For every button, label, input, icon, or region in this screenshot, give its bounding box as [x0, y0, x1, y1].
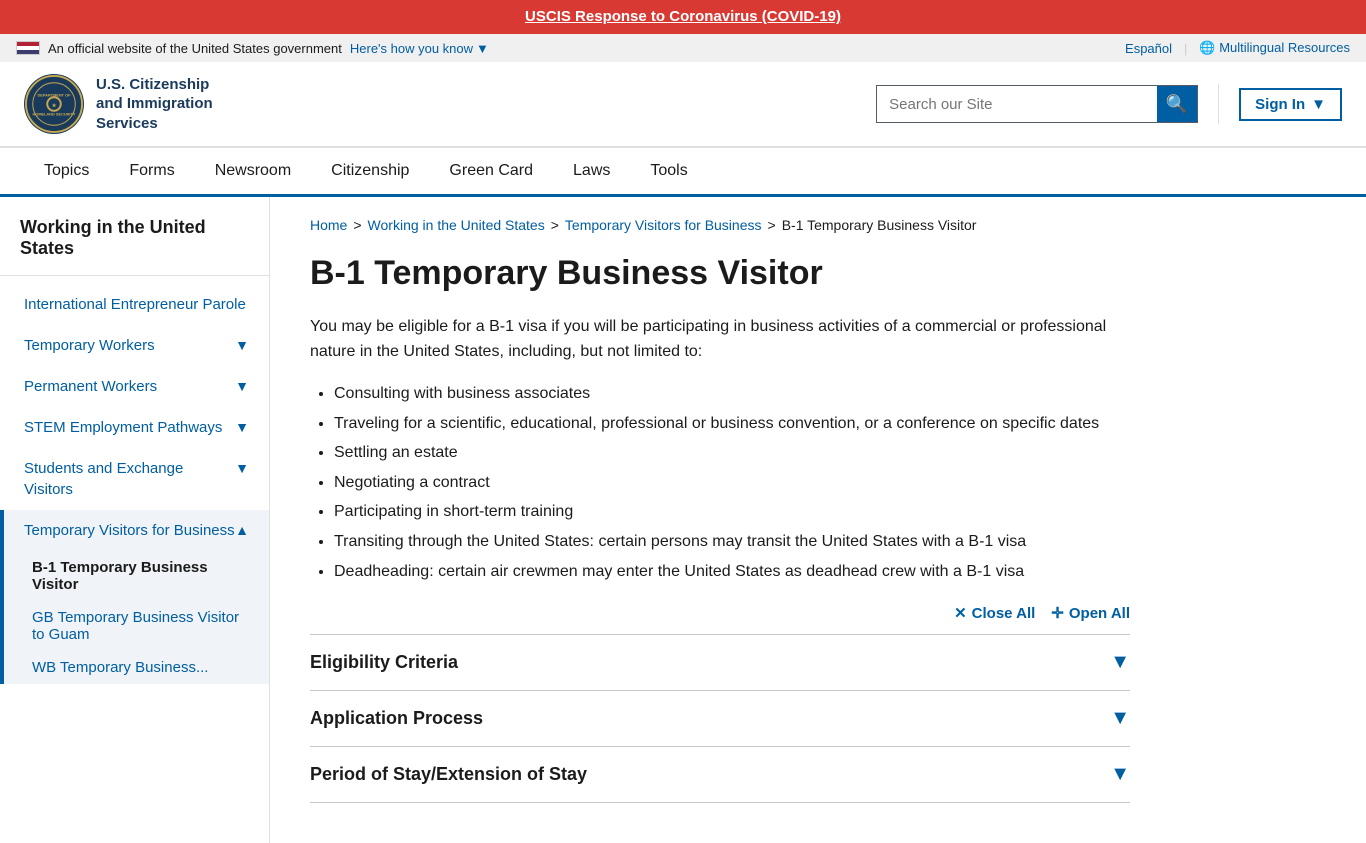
gov-bar: An official website of the United States…	[0, 34, 1366, 62]
list-item: Traveling for a scientific, educational,…	[334, 411, 1130, 437]
breadcrumb-current: B-1 Temporary Business Visitor	[782, 217, 977, 233]
nav-item-citizenship[interactable]: Citizenship	[311, 148, 429, 197]
open-all-button[interactable]: ✛ Open All	[1051, 604, 1130, 622]
sidebar-section-temp-visitors: Temporary Visitors for Business ▲ B-1 Te…	[0, 510, 269, 684]
accordion-controls: ✕ Close All ✛ Open All	[310, 604, 1130, 622]
accordion-item-application: Application Process ▼	[310, 691, 1130, 747]
collapse-icon: ✕	[954, 604, 967, 622]
chevron-right-icon: ▼	[235, 337, 249, 353]
search-icon: 🔍	[1166, 94, 1188, 115]
intro-text: You may be eligible for a B-1 visa if yo…	[310, 314, 1130, 365]
chevron-down-icon: ▼	[476, 41, 489, 56]
covid-banner-link[interactable]: USCIS Response to Coronavirus (COVID-19)	[525, 8, 841, 25]
chevron-right-icon: ▼	[235, 460, 249, 476]
list-item: Consulting with business associates	[334, 381, 1130, 407]
page-container: Working in the United States Internation…	[0, 197, 1366, 843]
search-area: 🔍	[876, 85, 1198, 123]
globe-icon: 🌐	[1199, 40, 1219, 55]
list-item: Participating in short-term training	[334, 499, 1130, 525]
sidebar-subitem-b1[interactable]: B-1 Temporary Business Visitor	[4, 551, 269, 601]
us-flag-icon	[16, 41, 40, 55]
sidebar-subitem-gb[interactable]: GB Temporary Business Visitor to Guam	[4, 601, 269, 651]
official-text: An official website of the United States…	[48, 41, 342, 56]
accordion-header-application[interactable]: Application Process ▼	[310, 691, 1130, 746]
svg-text:HOMELAND SECURITY: HOMELAND SECURITY	[33, 113, 76, 117]
accordion-item-eligibility: Eligibility Criteria ▼	[310, 635, 1130, 691]
sidebar-item-temp-workers[interactable]: Temporary Workers ▼	[0, 325, 269, 366]
nav-item-topics[interactable]: Topics	[24, 148, 109, 197]
search-button[interactable]: 🔍	[1157, 86, 1197, 122]
chevron-down-icon: ▼	[1110, 763, 1130, 786]
sidebar-item-perm-workers[interactable]: Permanent Workers ▼	[0, 366, 269, 407]
breadcrumb-temp-visitors[interactable]: Temporary Visitors for Business	[565, 217, 762, 233]
page-title: B-1 Temporary Business Visitor	[310, 253, 1130, 294]
main-content: Home > Working in the United States > Te…	[270, 197, 1170, 843]
breadcrumb: Home > Working in the United States > Te…	[310, 217, 1130, 233]
search-input[interactable]	[877, 86, 1157, 122]
nav-item-tools[interactable]: Tools	[630, 148, 707, 197]
sidebar-subitem-wb[interactable]: WB Temporary Business...	[4, 651, 269, 684]
logo-area: DEPARTMENT OF HOMELAND SECURITY ★ U.S. C…	[24, 74, 213, 134]
accordion-item-period: Period of Stay/Extension of Stay ▼	[310, 747, 1130, 803]
header-divider	[1218, 84, 1219, 124]
sidebar-item-students[interactable]: Students and Exchange Visitors ▼	[0, 448, 269, 510]
nav-item-forms[interactable]: Forms	[109, 148, 194, 197]
accordion-header-eligibility[interactable]: Eligibility Criteria ▼	[310, 635, 1130, 690]
breadcrumb-home[interactable]: Home	[310, 217, 347, 233]
chevron-down-icon: ▼	[1110, 651, 1130, 674]
chevron-down-icon: ▼	[1311, 96, 1326, 113]
list-item: Settling an estate	[334, 440, 1130, 466]
covid-banner: USCIS Response to Coronavirus (COVID-19)	[0, 0, 1366, 34]
close-all-button[interactable]: ✕ Close All	[954, 604, 1035, 622]
chevron-right-icon: ▼	[235, 378, 249, 394]
espanol-link[interactable]: Español	[1125, 41, 1172, 56]
sidebar-title: Working in the United States	[0, 217, 269, 276]
expand-icon: ✛	[1051, 604, 1064, 622]
nav-item-newsroom[interactable]: Newsroom	[195, 148, 311, 197]
multilingual-link[interactable]: 🌐 Multilingual Resources	[1199, 40, 1350, 56]
chevron-right-icon: ▼	[235, 419, 249, 435]
sidebar-item-temp-visitors[interactable]: Temporary Visitors for Business ▲	[4, 510, 269, 551]
accordion-header-period[interactable]: Period of Stay/Extension of Stay ▼	[310, 747, 1130, 802]
gov-bar-left: An official website of the United States…	[16, 41, 489, 56]
uscis-seal: DEPARTMENT OF HOMELAND SECURITY ★	[24, 74, 84, 134]
how-know-button[interactable]: Here's how you know ▼	[350, 41, 489, 56]
sign-in-button[interactable]: Sign In ▼	[1239, 88, 1342, 121]
breadcrumb-working[interactable]: Working in the United States	[368, 217, 545, 233]
site-header: DEPARTMENT OF HOMELAND SECURITY ★ U.S. C…	[0, 62, 1366, 147]
sidebar-item-entrepreneur[interactable]: International Entrepreneur Parole	[0, 284, 269, 325]
list-item: Negotiating a contract	[334, 470, 1130, 496]
sidebar-item-stem[interactable]: STEM Employment Pathways ▼	[0, 407, 269, 448]
site-logo-text: U.S. Citizenship and Immigration Service…	[96, 75, 213, 134]
list-item: Transiting through the United States: ce…	[334, 529, 1130, 555]
svg-text:★: ★	[52, 103, 57, 109]
gov-bar-right: Español | 🌐 Multilingual Resources	[1125, 40, 1350, 56]
nav-item-green-card[interactable]: Green Card	[429, 148, 553, 197]
chevron-up-icon: ▲	[235, 522, 249, 538]
list-item: Deadheading: certain air crewmen may ent…	[334, 559, 1130, 585]
chevron-down-icon: ▼	[1110, 707, 1130, 730]
header-right: 🔍 Sign In ▼	[876, 84, 1342, 124]
nav-item-laws[interactable]: Laws	[553, 148, 630, 197]
sidebar: Working in the United States Internation…	[0, 197, 270, 843]
eligibility-bullets: Consulting with business associates Trav…	[334, 381, 1130, 584]
accordion: Eligibility Criteria ▼ Application Proce…	[310, 634, 1130, 803]
main-nav: Topics Forms Newsroom Citizenship Green …	[0, 147, 1366, 197]
